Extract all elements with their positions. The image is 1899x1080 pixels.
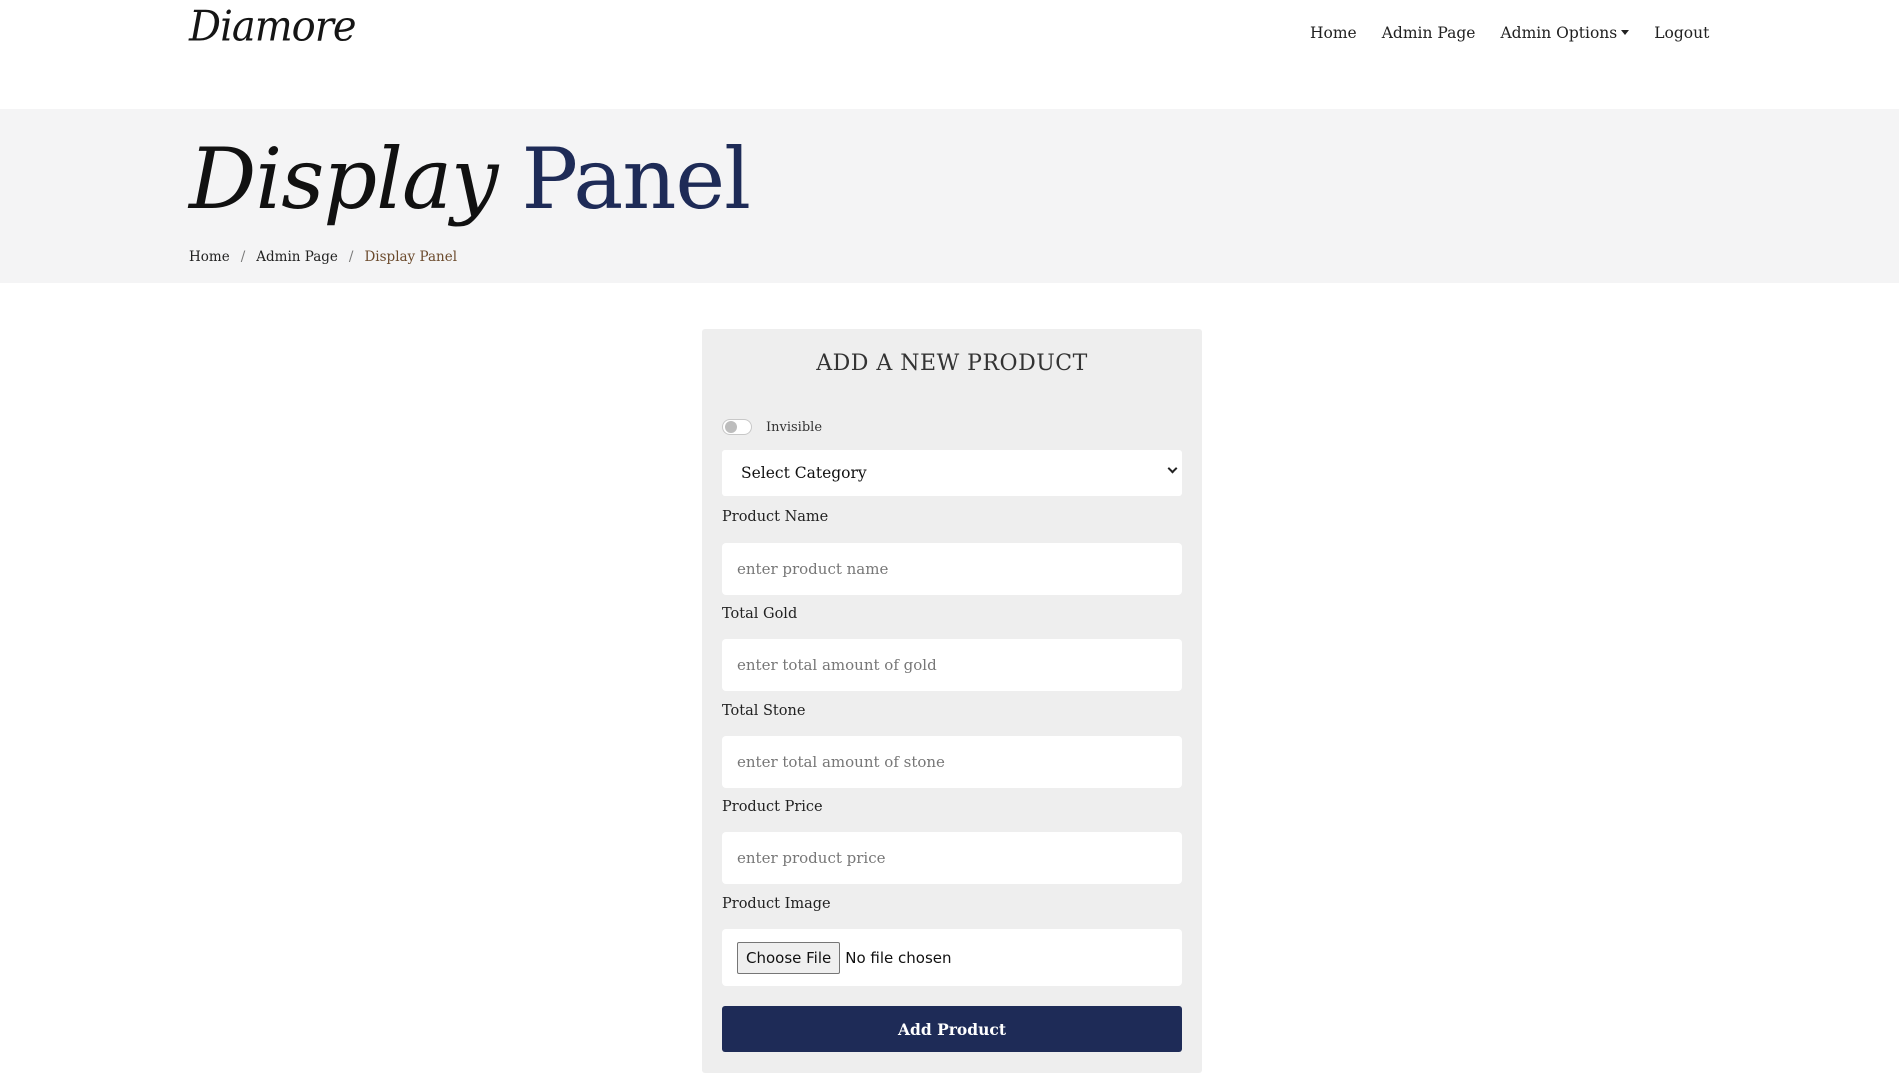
add-product-card: ADD A NEW PRODUCT Invisible Select Categ… [702,329,1202,1073]
nav-logout-link[interactable]: Logout [1654,24,1709,42]
visibility-toggle[interactable] [722,419,752,435]
visibility-toggle-label: Invisible [766,419,823,435]
chevron-down-icon [1167,463,1178,474]
breadcrumb-admin-page[interactable]: Admin Page [256,249,338,265]
total-gold-label: Total Gold [722,606,798,622]
total-gold-input[interactable] [722,639,1182,691]
product-price-input[interactable] [722,832,1182,884]
product-image-label: Product Image [722,896,831,912]
nav-admin-options-label: Admin Options [1500,24,1618,42]
add-product-button[interactable]: Add Product [722,1006,1182,1052]
total-stone-input[interactable] [722,736,1182,788]
choose-file-button[interactable]: Choose File [737,941,841,974]
breadcrumb-separator: / [240,249,246,265]
nav-links: Home Admin Page Admin Options Logout [1310,22,1709,44]
product-name-input[interactable] [722,543,1182,595]
nav-home-link[interactable]: Home [1310,24,1357,42]
breadcrumb-current: Display Panel [364,249,458,265]
breadcrumb: Home / Admin Page / Display Panel [189,249,457,265]
total-stone-label: Total Stone [722,703,806,719]
form-title: ADD A NEW PRODUCT [816,351,1088,376]
category-select[interactable]: Select Category [722,450,1182,496]
product-price-label: Product Price [722,799,823,815]
product-image-file-input: Choose File No file chosen [722,929,1182,986]
nav-admin-options-dropdown[interactable]: Admin Options [1500,24,1630,42]
caret-down-icon [1621,30,1630,35]
nav-admin-page-link[interactable]: Admin Page [1382,24,1476,42]
product-name-label: Product Name [722,509,829,525]
breadcrumb-separator: / [348,249,354,265]
category-select-value: Select Category [741,464,867,482]
page-title-word-2: Panel [521,130,752,228]
file-status-text: No file chosen [845,948,952,967]
brand-logo[interactable]: Diamore [189,3,357,51]
visibility-toggle-row: Invisible [722,419,822,435]
page-title: Display Panel [189,129,752,230]
page-header: Display Panel Home / Admin Page / Display… [0,109,1899,283]
navbar: Diamore Home Admin Page Admin Options Lo… [0,0,1899,109]
page-title-word-1: Display [189,130,498,228]
toggle-knob [725,421,737,433]
breadcrumb-home[interactable]: Home [189,249,230,265]
